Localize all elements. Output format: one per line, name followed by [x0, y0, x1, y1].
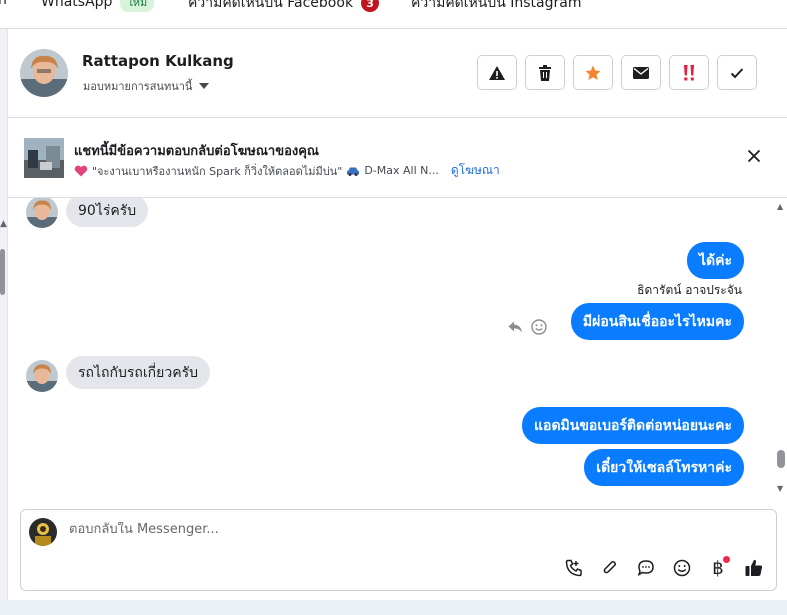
saved-replies-button[interactable] — [634, 556, 658, 580]
count-badge: 3 — [361, 0, 380, 12]
star-button[interactable] — [573, 55, 613, 90]
bottom-strip — [0, 600, 787, 615]
view-ad-link[interactable]: ดูโฆษณา — [451, 161, 500, 180]
emoji-react-icon[interactable] — [531, 319, 547, 335]
contact-name[interactable]: Rattapon Kulkang — [82, 52, 234, 70]
trash-icon — [539, 64, 551, 81]
heart-icon — [74, 165, 88, 176]
mark-done-button[interactable] — [717, 55, 757, 90]
reply-input[interactable] — [69, 522, 669, 537]
left-scroll-thumb[interactable] — [0, 249, 5, 295]
check-icon — [730, 67, 744, 78]
tab-previous-label: n — [0, 0, 7, 8]
envelope-icon — [633, 66, 649, 79]
scroll-up-icon[interactable]: ▲ — [777, 202, 783, 211]
scroll-down-icon[interactable]: ▼ — [777, 484, 783, 493]
delete-button[interactable] — [525, 55, 565, 90]
ad-thumbnail[interactable] — [24, 138, 64, 178]
contact-avatar-small — [26, 198, 58, 228]
message-actions — [508, 319, 547, 335]
page-avatar — [29, 518, 57, 546]
reply-icon[interactable] — [508, 321, 523, 333]
tab-previous-partial[interactable]: n — [0, 0, 7, 8]
ad-reply-banner: แชทนี้มีข้อความตอบกลับต่อโฆษณาของคุณ "จะ… — [8, 118, 787, 198]
tab-instagram-label: ความคิดเห็นบน Instagram — [411, 0, 582, 11]
mark-unread-button[interactable] — [621, 55, 661, 90]
outgoing-message[interactable]: มีผ่อนสินเชื่ออะไรไหมคะ — [570, 303, 744, 340]
like-button[interactable] — [742, 556, 766, 580]
tab-instagram-comments[interactable]: ความคิดเห็นบน Instagram — [411, 0, 582, 14]
follow-up-button[interactable] — [669, 55, 709, 90]
payment-button[interactable]: ฿ — [706, 556, 730, 580]
emoji-icon — [673, 559, 691, 577]
tab-facebook-label: ความคิดเห็นบน Facebook — [188, 0, 354, 11]
tab-whatsapp-label: WhatsApp — [41, 0, 113, 10]
tab-facebook-comments[interactable]: ความคิดเห็นบน Facebook 3 — [188, 0, 380, 14]
sender-name: ธิดารัตน์ อาจประจัน — [637, 283, 742, 297]
ad-banner-title: แชทนี้มีข้อความตอบกลับต่อโฆษณาของคุณ — [74, 144, 319, 159]
ad-text: "จะงานเบาหรืองานหนัก Spark ก็วิ่งให้ตลอด… — [92, 164, 343, 178]
contact-avatar[interactable] — [20, 49, 68, 97]
phone-icon — [565, 559, 582, 577]
caret-down-icon — [199, 83, 210, 89]
car-icon — [347, 167, 360, 176]
message-thread[interactable]: 90ไร่ครับ ได้ค่ะ ธิดารัตน์ อาจประจัน มีผ… — [8, 198, 775, 498]
assign-label: มอบหมายการสนทนานี้ — [83, 80, 193, 93]
warning-icon — [489, 65, 505, 80]
emoji-button[interactable] — [670, 556, 694, 580]
ad-model: D-Max All N... — [364, 164, 439, 177]
conversation-header: Rattapon Kulkang มอบหมายการสนทนานี้ — [8, 29, 787, 118]
thumbs-up-icon — [745, 559, 763, 576]
double-exclamation-icon — [684, 64, 694, 80]
ad-banner-description: "จะงานเบาหรืองานหนัก Spark ก็วิ่งให้ตลอด… — [74, 161, 500, 180]
star-icon — [585, 65, 601, 80]
header-actions — [477, 55, 757, 90]
mark-spam-button[interactable] — [477, 55, 517, 90]
incoming-message[interactable]: 90ไร่ครับ — [66, 198, 149, 227]
left-scrollbar[interactable]: ▲ — [0, 29, 8, 615]
new-badge: ใหม่ — [120, 0, 155, 12]
baht-icon: ฿ — [712, 557, 724, 579]
close-banner-button[interactable] — [747, 148, 761, 167]
paperclip-icon — [603, 561, 616, 574]
thread-scrollbar[interactable]: ▲ ▼ — [775, 198, 787, 498]
incoming-message[interactable]: รถไถกับรถเกี่ยวครับ — [66, 356, 210, 389]
reply-composer: ฿ — [20, 509, 777, 591]
tab-whatsapp[interactable]: WhatsApp ใหม่ — [41, 0, 155, 12]
scroll-up-icon[interactable]: ▲ — [0, 219, 7, 229]
channel-tabs: n WhatsApp ใหม่ ความคิดเห็นบน Facebook 3… — [0, 0, 787, 29]
outgoing-message[interactable]: แอดมินขอเบอร์ติดต่อหน่อยนะคะ — [522, 407, 744, 444]
thread-scroll-thumb[interactable] — [777, 450, 785, 468]
chat-bubble-icon — [637, 560, 654, 577]
outgoing-message[interactable]: เดี๋ยวให้เซลล์โทรหาค่ะ — [584, 449, 744, 486]
close-icon — [747, 149, 761, 163]
outgoing-message[interactable]: ได้ค่ะ — [686, 242, 744, 279]
composer-tools: ฿ — [562, 556, 766, 580]
assign-conversation-dropdown[interactable]: มอบหมายการสนทนานี้ — [83, 77, 210, 95]
notification-dot — [723, 556, 730, 563]
contact-avatar-small — [26, 360, 58, 392]
call-button[interactable] — [562, 556, 586, 580]
attach-button[interactable] — [598, 556, 622, 580]
